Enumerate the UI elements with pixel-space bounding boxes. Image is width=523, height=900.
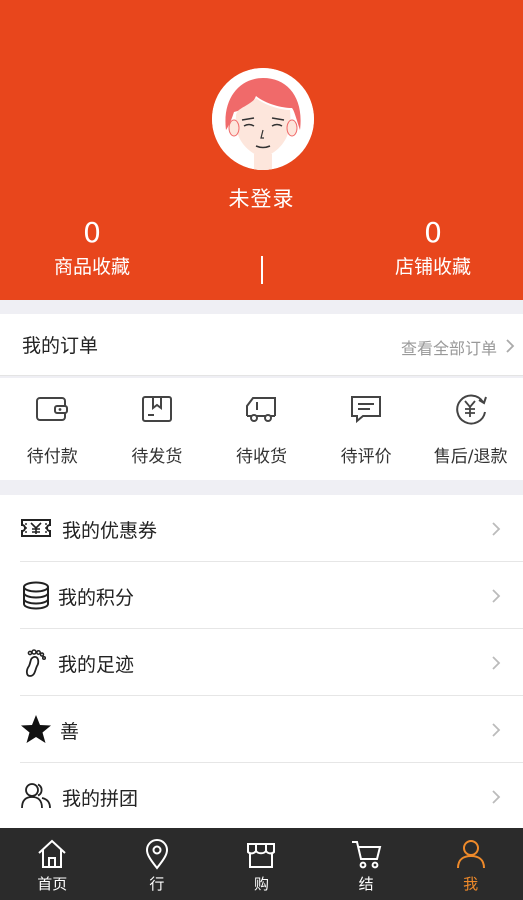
chevron-right-icon — [492, 589, 501, 603]
order-pending-payment-label: 待付款 — [26, 447, 78, 467]
refund-icon — [455, 394, 487, 425]
user-icon — [456, 840, 485, 869]
page: 未登录 0 商品收藏 0 店铺收藏 我的订单 查看全部订单 待付款 待发货 待收… — [0, 0, 523, 900]
store-favorites[interactable]: 0 店铺收藏 — [358, 216, 508, 282]
avatar[interactable] — [212, 68, 314, 170]
footprint-icon — [25, 649, 47, 677]
tab-me-label: 我 — [463, 875, 479, 893]
truck-icon — [246, 397, 277, 422]
order-after-sales[interactable]: 售后/退款 — [418, 378, 523, 480]
tab-home-label: 首页 — [37, 875, 68, 893]
bottom-tab-bar: 首页 行 购 结 我 — [0, 828, 523, 900]
star-icon — [21, 715, 51, 743]
store-favorites-label: 店铺收藏 — [394, 256, 471, 278]
menu-item-footprints-label: 我的足迹 — [58, 654, 135, 676]
menu-item-points[interactable]: 我的积分 — [20, 562, 523, 629]
product-favorites-label: 商品收藏 — [53, 256, 130, 278]
tab-me[interactable]: 我 — [418, 828, 523, 900]
menu-item-points-label: 我的积分 — [58, 587, 135, 609]
profile-header: 未登录 0 商品收藏 0 店铺收藏 — [0, 0, 523, 300]
comment-icon — [351, 396, 382, 424]
menu-item-footprints[interactable]: 我的足迹 — [20, 629, 523, 696]
tab-home[interactable]: 首页 — [0, 828, 105, 900]
order-status-bar: 待付款 待发货 待收货 待评价 售后/退款 — [0, 378, 523, 480]
coupon-icon — [21, 519, 51, 537]
package-icon — [141, 396, 172, 422]
order-pending-review[interactable]: 待评价 — [314, 378, 419, 480]
wallet-icon — [36, 397, 69, 421]
order-pending-shipment-label: 待发货 — [131, 447, 183, 467]
avatar-face-icon — [212, 68, 314, 170]
tab-travel[interactable]: 行 — [105, 828, 210, 900]
chevron-right-icon — [492, 522, 501, 536]
tab-cart[interactable]: 结 — [314, 828, 419, 900]
order-pending-payment[interactable]: 待付款 — [0, 378, 105, 480]
tab-travel-label: 行 — [149, 875, 165, 893]
menu-item-coupons-label: 我的优惠券 — [62, 520, 158, 542]
store-favorites-count: 0 — [424, 216, 442, 249]
tab-shop[interactable]: 购 — [209, 828, 314, 900]
shop-icon — [247, 843, 276, 868]
location-icon — [145, 839, 168, 870]
orders-header: 我的订单 查看全部订单 — [0, 314, 523, 376]
menu-list: 我的优惠券 我的积分 我的足迹 善 我的拼团 — [0, 495, 523, 828]
chevron-right-icon — [492, 656, 501, 670]
stats-divider — [261, 256, 263, 284]
chevron-right-icon — [492, 723, 501, 737]
order-pending-review-label: 待评价 — [340, 447, 392, 467]
menu-item-good-deeds[interactable]: 善 — [20, 696, 523, 763]
menu-item-group-buy[interactable]: 我的拼团 — [20, 763, 523, 830]
view-all-orders-link[interactable]: 查看全部订单 — [400, 335, 515, 359]
menu-item-coupons[interactable]: 我的优惠券 — [20, 495, 523, 562]
order-after-sales-label: 售后/退款 — [433, 447, 508, 467]
order-pending-receipt-label: 待收货 — [235, 447, 287, 467]
product-favorites[interactable]: 0 商品收藏 — [17, 216, 167, 282]
tab-cart-label: 结 — [358, 875, 374, 893]
orders-title: 我的订单 — [22, 335, 99, 357]
cart-icon — [352, 841, 382, 869]
order-pending-shipment[interactable]: 待发货 — [105, 378, 210, 480]
view-all-orders-label: 查看全部订单 — [400, 339, 497, 358]
group-icon — [21, 783, 51, 809]
order-pending-receipt[interactable]: 待收货 — [209, 378, 314, 480]
menu-item-group-buy-label: 我的拼团 — [62, 788, 139, 810]
menu-item-good-deeds-label: 善 — [60, 721, 80, 743]
coins-icon — [23, 581, 49, 610]
home-icon — [38, 839, 66, 868]
tab-shop-label: 购 — [253, 875, 269, 893]
chevron-right-icon — [492, 790, 501, 804]
login-status[interactable]: 未登录 — [0, 183, 523, 213]
chevron-right-icon — [506, 339, 515, 353]
product-favorites-count: 0 — [83, 216, 101, 249]
